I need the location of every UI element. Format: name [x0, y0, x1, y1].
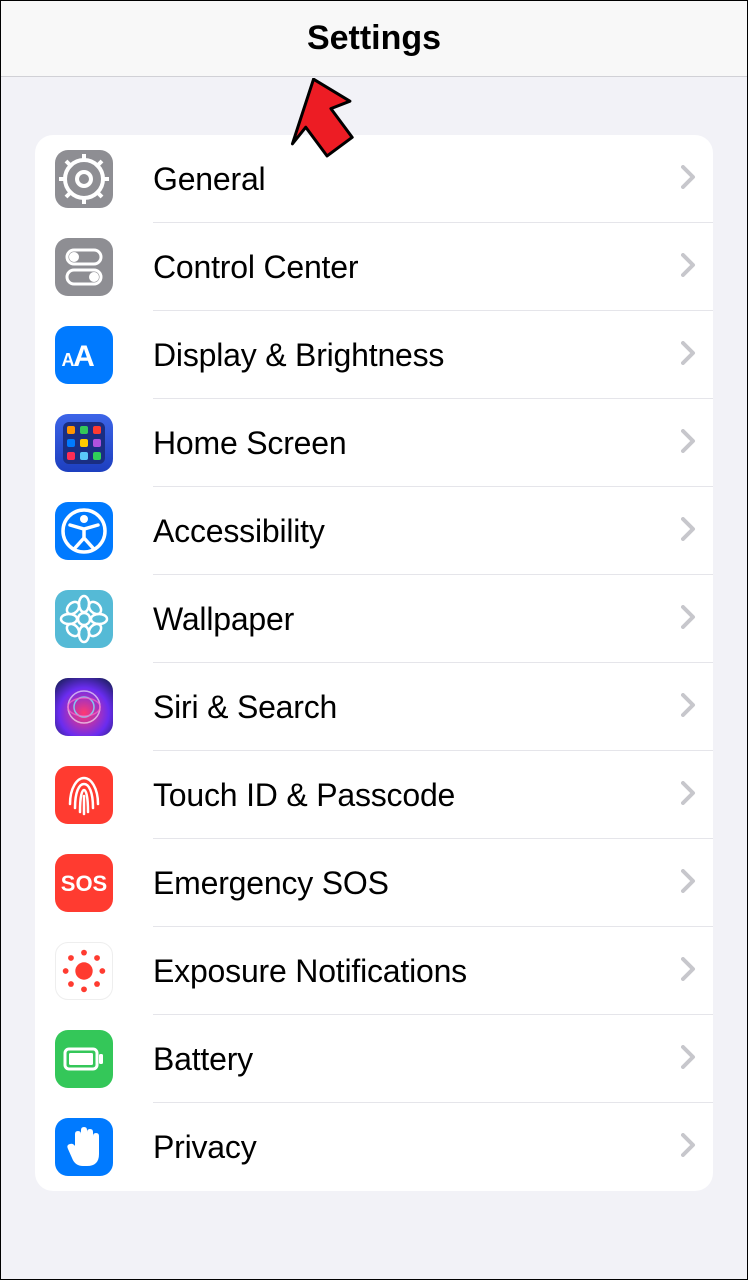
settings-row-touchid[interactable]: Touch ID & Passcode — [35, 751, 713, 839]
settings-row-emergency-sos[interactable]: Emergency SOS — [35, 839, 713, 927]
settings-row-display[interactable]: Display & Brightness — [35, 311, 713, 399]
apps-grid-icon — [55, 414, 113, 472]
settings-row-siri[interactable]: Siri & Search — [35, 663, 713, 751]
row-label: Exposure Notifications — [153, 953, 681, 990]
row-label: Touch ID & Passcode — [153, 777, 681, 814]
chevron-right-icon — [681, 605, 697, 634]
row-label: Display & Brightness — [153, 337, 681, 374]
settings-row-home-screen[interactable]: Home Screen — [35, 399, 713, 487]
page-title: Settings — [307, 19, 441, 58]
chevron-right-icon — [681, 341, 697, 370]
row-label: Battery — [153, 1041, 681, 1078]
settings-section: General Control Center Display & Brightnes… — [35, 135, 713, 1191]
settings-row-accessibility[interactable]: Accessibility — [35, 487, 713, 575]
hand-icon — [55, 1118, 113, 1176]
siri-icon — [55, 678, 113, 736]
fingerprint-icon — [55, 766, 113, 824]
row-label: Control Center — [153, 249, 681, 286]
chevron-right-icon — [681, 253, 697, 282]
settings-header: Settings — [1, 1, 747, 77]
gear-icon — [55, 150, 113, 208]
aa-icon — [55, 326, 113, 384]
chevron-right-icon — [681, 869, 697, 898]
row-label: Emergency SOS — [153, 865, 681, 902]
row-label: General — [153, 161, 681, 198]
settings-row-battery[interactable]: Battery — [35, 1015, 713, 1103]
chevron-right-icon — [681, 517, 697, 546]
chevron-right-icon — [681, 1133, 697, 1162]
settings-row-privacy[interactable]: Privacy — [35, 1103, 713, 1191]
chevron-right-icon — [681, 781, 697, 810]
chevron-right-icon — [681, 1045, 697, 1074]
settings-row-general[interactable]: General — [35, 135, 713, 223]
chevron-right-icon — [681, 957, 697, 986]
row-label: Siri & Search — [153, 689, 681, 726]
settings-row-exposure[interactable]: Exposure Notifications — [35, 927, 713, 1015]
chevron-right-icon — [681, 429, 697, 458]
settings-row-control-center[interactable]: Control Center — [35, 223, 713, 311]
settings-content: General Control Center Display & Brightnes… — [1, 77, 747, 1191]
sos-icon — [55, 854, 113, 912]
settings-row-wallpaper[interactable]: Wallpaper — [35, 575, 713, 663]
chevron-right-icon — [681, 693, 697, 722]
row-label: Privacy — [153, 1129, 681, 1166]
chevron-right-icon — [681, 165, 697, 194]
toggles-icon — [55, 238, 113, 296]
row-label: Home Screen — [153, 425, 681, 462]
accessibility-icon — [55, 502, 113, 560]
row-label: Wallpaper — [153, 601, 681, 638]
row-label: Accessibility — [153, 513, 681, 550]
battery-icon — [55, 1030, 113, 1088]
flower-icon — [55, 590, 113, 648]
exposure-icon — [55, 942, 113, 1000]
